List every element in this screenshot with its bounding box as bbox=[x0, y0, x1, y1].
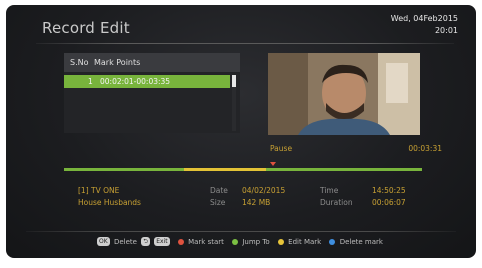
list-item-sno: 1 bbox=[88, 77, 93, 86]
key-help-bar: OK Delete ⮌ Exit Mark start Jump To Edit… bbox=[6, 237, 476, 246]
edit-mark-hint: Edit Mark bbox=[288, 237, 322, 246]
timeline-bar[interactable] bbox=[64, 168, 422, 171]
current-date: Wed, 04Feb2015 bbox=[390, 14, 458, 23]
blue-dot-icon bbox=[329, 238, 336, 245]
video-preview bbox=[268, 53, 420, 135]
video-frame-image bbox=[268, 53, 420, 135]
date-value: 04/02/2015 bbox=[242, 186, 286, 195]
scrollbar-thumb[interactable] bbox=[232, 75, 236, 87]
list-item[interactable]: 1 00:02:01-00:03:35 bbox=[64, 75, 230, 88]
clock: Wed, 04Feb2015 20:01 bbox=[391, 13, 458, 37]
mark-start-hint: Mark start bbox=[188, 237, 224, 246]
programme-name: House Husbands bbox=[78, 198, 141, 207]
delete-hint: Delete bbox=[113, 237, 137, 246]
playback-status: Pause bbox=[270, 144, 293, 153]
header-divider bbox=[36, 43, 454, 44]
green-dot-icon bbox=[232, 238, 239, 245]
duration-label: Duration bbox=[320, 198, 353, 207]
exit-key-icon: Exit bbox=[154, 237, 170, 246]
current-time: 20:01 bbox=[434, 26, 458, 35]
red-dot-icon bbox=[177, 238, 184, 245]
list-item-range: 00:02:01-00:03:35 bbox=[100, 77, 171, 86]
date-label: Date bbox=[210, 186, 228, 195]
back-key-icon: ⮌ bbox=[141, 237, 150, 246]
page-title: Record Edit bbox=[42, 19, 130, 37]
column-header-mark-points: Mark Points bbox=[94, 58, 141, 67]
duration-value: 00:06:07 bbox=[372, 198, 406, 207]
playback-position: 00:03:31 bbox=[408, 144, 442, 153]
time-value: 14:50:25 bbox=[372, 186, 406, 195]
jump-to-hint: Jump To bbox=[242, 237, 270, 246]
record-edit-screen: Record Edit Wed, 04Feb2015 20:01 S.No Ma… bbox=[6, 5, 476, 258]
time-label: Time bbox=[320, 186, 339, 195]
mark-points-list[interactable]: S.No Mark Points 1 00:02:01-00:03:35 bbox=[64, 53, 240, 133]
size-value: 142 MB bbox=[242, 198, 271, 207]
delete-mark-hint: Delete mark bbox=[339, 237, 383, 246]
position-marker-icon bbox=[270, 162, 276, 166]
yellow-dot-icon bbox=[277, 238, 284, 245]
footer-divider bbox=[26, 231, 456, 232]
ok-key-icon: OK bbox=[97, 237, 110, 246]
marked-segment bbox=[184, 168, 266, 171]
list-header: S.No Mark Points bbox=[64, 53, 240, 72]
channel-name: [1] TV ONE bbox=[78, 186, 120, 195]
column-header-sno: S.No bbox=[70, 58, 89, 67]
size-label: Size bbox=[210, 198, 226, 207]
